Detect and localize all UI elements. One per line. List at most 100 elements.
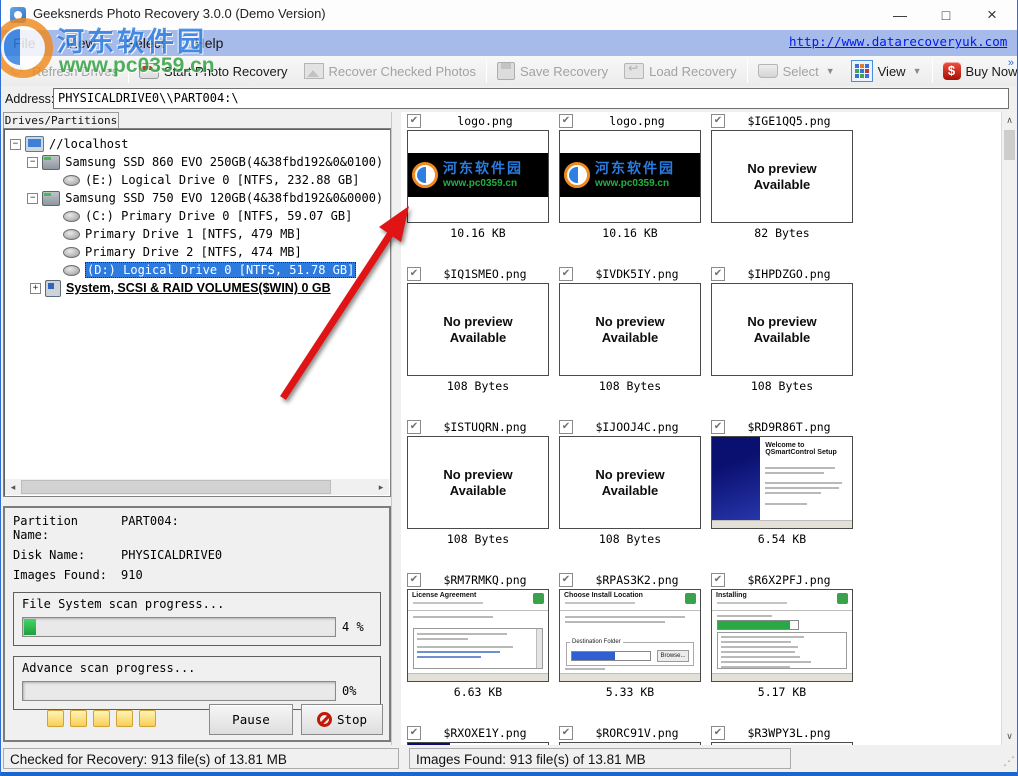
file-checkbox[interactable]: ✔ bbox=[407, 726, 421, 740]
file-checkbox[interactable]: ✔ bbox=[711, 114, 725, 128]
pause-button[interactable]: Pause bbox=[209, 704, 293, 735]
file-checkbox[interactable]: ✔ bbox=[407, 573, 421, 587]
file-thumbnail[interactable]: Installing bbox=[711, 589, 853, 682]
file-checkbox[interactable]: ✔ bbox=[711, 726, 725, 740]
tree-item-partition-e[interactable]: (E:) Logical Drive 0 [NTFS, 232.88 GB] bbox=[8, 171, 388, 189]
file-checkbox[interactable]: ✔ bbox=[407, 267, 421, 281]
file-name: $R3WPY3L.png bbox=[747, 726, 831, 740]
tree-item-primary-1[interactable]: Primary Drive 1 [NTFS, 479 MB] bbox=[8, 225, 388, 243]
address-label: Address: bbox=[5, 92, 55, 106]
buy-now-button[interactable]: $ Buy Now bbox=[935, 57, 1017, 85]
file-size: 108 Bytes bbox=[446, 379, 510, 393]
toolbar-separator bbox=[931, 59, 933, 83]
scroll-down-icon[interactable]: ∨ bbox=[1002, 728, 1017, 745]
drives-tree-panel: − //localhost − Samsung SSD 860 EVO 250G… bbox=[3, 128, 391, 497]
file-size: 82 Bytes bbox=[754, 226, 810, 240]
tree-item-partition-d-selected[interactable]: (D:) Logical Drive 0 [NTFS, 51.78 GB] bbox=[8, 261, 388, 279]
load-recovery-button[interactable]: Load Recovery bbox=[616, 57, 744, 85]
scroll-up-icon[interactable]: ∧ bbox=[1002, 112, 1017, 129]
file-checkbox[interactable]: ✔ bbox=[559, 114, 573, 128]
expand-icon[interactable]: + bbox=[30, 282, 41, 294]
dollar-icon: $ bbox=[942, 62, 961, 80]
status-images-found: Images Found: 913 file(s) of 13.81 MB bbox=[409, 748, 791, 769]
tree-item-disk-750[interactable]: − Samsung SSD 750 EVO 120GB(4&38fbd192&0… bbox=[8, 189, 388, 207]
file-name: $R6X2PFJ.png bbox=[747, 573, 831, 587]
filesystem-scan-label: File System scan progress... bbox=[22, 597, 225, 611]
images-found-value: 910 bbox=[121, 568, 143, 582]
minimize-button[interactable]: — bbox=[877, 0, 923, 30]
scrollbar-thumb[interactable] bbox=[21, 480, 331, 494]
file-cell: ✔ $RXOXE1Y.png Completing QSmartControl … bbox=[407, 726, 549, 745]
file-checkbox[interactable]: ✔ bbox=[711, 420, 725, 434]
installer-icon bbox=[685, 593, 696, 604]
file-checkbox[interactable]: ✔ bbox=[711, 267, 725, 281]
file-checkbox[interactable]: ✔ bbox=[407, 420, 421, 434]
tree-item-primary-2[interactable]: Primary Drive 2 [NTFS, 474 MB] bbox=[8, 243, 388, 261]
drives-tree: − //localhost − Samsung SSD 860 EVO 250G… bbox=[8, 135, 388, 297]
view-dropdown-button[interactable]: View ▼ bbox=[843, 57, 930, 85]
collapse-icon[interactable]: − bbox=[27, 156, 39, 168]
file-thumbnail[interactable]: No preview Available bbox=[407, 283, 549, 376]
website-link[interactable]: http://www.datarecoveryuk.com bbox=[789, 34, 1017, 49]
collapse-icon[interactable]: − bbox=[10, 138, 21, 150]
file-checkbox[interactable]: ✔ bbox=[559, 573, 573, 587]
maximize-button[interactable]: □ bbox=[923, 0, 969, 30]
select-dropdown-button[interactable]: Select ▼ bbox=[750, 57, 843, 85]
file-thumbnail[interactable]: No preview Available bbox=[711, 130, 853, 223]
file-name: $RXOXE1Y.png bbox=[443, 726, 527, 740]
raid-volume-icon bbox=[45, 279, 61, 297]
file-checkbox[interactable]: ✔ bbox=[559, 726, 573, 740]
scrollbar-thumb[interactable] bbox=[1004, 130, 1015, 160]
file-checkbox[interactable]: ✔ bbox=[711, 573, 725, 587]
start-photo-recovery-button[interactable]: Start Photo Recovery bbox=[131, 57, 296, 85]
file-checkbox[interactable]: ✔ bbox=[559, 420, 573, 434]
file-thumbnail[interactable]: No preview Available bbox=[559, 283, 701, 376]
grid-vertical-scrollbar[interactable]: ∧ ∨ bbox=[1001, 112, 1017, 745]
address-input[interactable]: PHYSICALDRIVE0\\PART004:\ bbox=[53, 88, 1009, 109]
file-cell: ✔ logo.png 河东软件园 www.pc0359.cn 10.16 KB bbox=[407, 114, 549, 240]
file-size: 6.63 KB bbox=[453, 685, 503, 699]
disk-name-row: Disk Name: PHYSICALDRIVE0 bbox=[13, 548, 223, 562]
file-name: $IVDK5IY.png bbox=[595, 267, 679, 281]
scroll-left-icon[interactable]: ◂ bbox=[5, 479, 21, 495]
file-thumbnail[interactable]: No preview Available bbox=[711, 283, 853, 376]
file-cell: ✔ $IVDK5IY.png No preview Available 108 B… bbox=[559, 267, 701, 393]
file-size: 108 Bytes bbox=[446, 532, 510, 546]
menu-select[interactable]: Select bbox=[111, 30, 180, 56]
close-button[interactable]: × bbox=[969, 0, 1015, 30]
file-checkbox[interactable]: ✔ bbox=[407, 114, 421, 128]
tree-item-partition-c[interactable]: (C:) Primary Drive 0 [NTFS, 59.07 GB] bbox=[8, 207, 388, 225]
tab-drives-partitions[interactable]: Drives/Partitions bbox=[3, 112, 119, 129]
file-checkbox[interactable]: ✔ bbox=[559, 267, 573, 281]
resize-grip[interactable]: ⋰ bbox=[1003, 754, 1015, 768]
file-thumbnail[interactable]: License Agreement bbox=[407, 589, 549, 682]
tree-item-localhost[interactable]: − //localhost bbox=[8, 135, 388, 153]
file-thumbnail[interactable]: 河东软件园 www.pc0359.cn bbox=[559, 130, 701, 223]
file-size: 108 Bytes bbox=[750, 379, 814, 393]
refresh-drives-button[interactable]: ⟳ Refresh Drives bbox=[1, 57, 126, 85]
menu-help[interactable]: Help bbox=[180, 30, 239, 56]
menu-file[interactable]: File bbox=[1, 30, 51, 56]
partition-icon bbox=[63, 246, 80, 258]
file-thumbnail[interactable]: No preview Available bbox=[559, 436, 701, 529]
save-icon bbox=[496, 62, 515, 80]
file-thumbnail[interactable]: 河东软件园 www.pc0359.cn bbox=[407, 130, 549, 223]
recover-checked-photos-button[interactable]: Recover Checked Photos bbox=[296, 57, 484, 85]
tree-item-disk-860[interactable]: − Samsung SSD 860 EVO 250GB(4&38fbd192&0… bbox=[8, 153, 388, 171]
file-thumbnail[interactable]: Welcome to QSmartControl Setup bbox=[711, 436, 853, 529]
address-row: Address: PHYSICALDRIVE0\\PART004:\ bbox=[1, 86, 1017, 112]
tree-item-system-raid[interactable]: + System, SCSI & RAID VOLUMES($WIN) 0 GB bbox=[8, 279, 388, 297]
mini-progressbar bbox=[717, 620, 799, 630]
status-checked-for-recovery: Checked for Recovery: 913 file(s) of 13.… bbox=[3, 748, 399, 769]
collapse-icon[interactable]: − bbox=[27, 192, 39, 204]
stop-button[interactable]: Stop bbox=[301, 704, 383, 735]
toolbar-overflow-chevron[interactable]: » bbox=[1008, 57, 1014, 69]
tree-horizontal-scrollbar[interactable]: ◂ ▸ bbox=[5, 479, 389, 495]
file-thumbnail[interactable]: No preview Available bbox=[407, 436, 549, 529]
advance-scan-progressbar bbox=[22, 681, 336, 701]
scroll-right-icon[interactable]: ▸ bbox=[373, 479, 389, 495]
save-recovery-button[interactable]: Save Recovery bbox=[489, 57, 616, 85]
hard-disk-icon bbox=[42, 154, 61, 170]
menu-view[interactable]: View bbox=[51, 30, 111, 56]
file-thumbnail[interactable]: Choose Install Location Destination Fold… bbox=[559, 589, 701, 682]
